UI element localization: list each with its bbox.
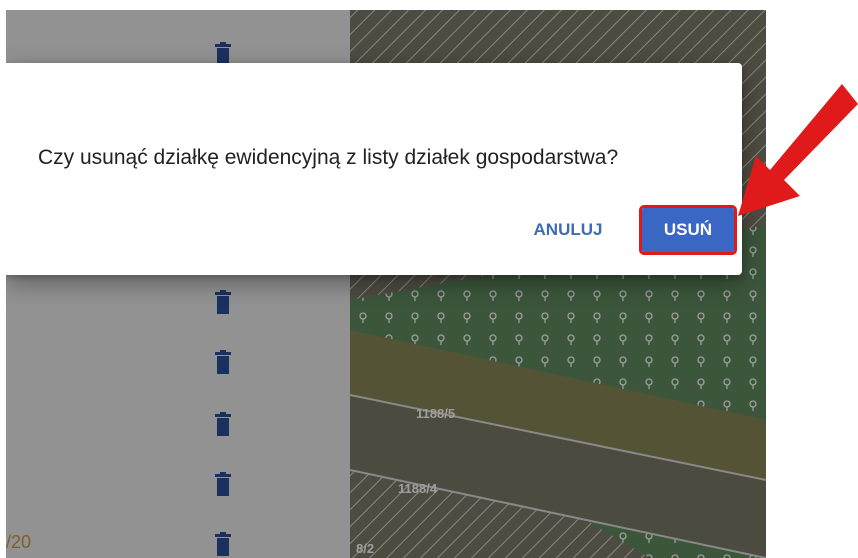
top-strip: [0, 0, 858, 10]
annotation-arrow-icon: [738, 84, 858, 216]
background-screen: /20 1188/5 1188/4 8/2 Czy usunąć działkę…: [6, 0, 766, 558]
delete-button[interactable]: USUŃ: [639, 205, 737, 255]
cancel-button[interactable]: ANULUJ: [518, 208, 618, 252]
dialog-message: Czy usunąć działkę ewidencyjną z listy d…: [38, 146, 619, 169]
confirm-delete-dialog: Czy usunąć działkę ewidencyjną z listy d…: [6, 63, 742, 275]
